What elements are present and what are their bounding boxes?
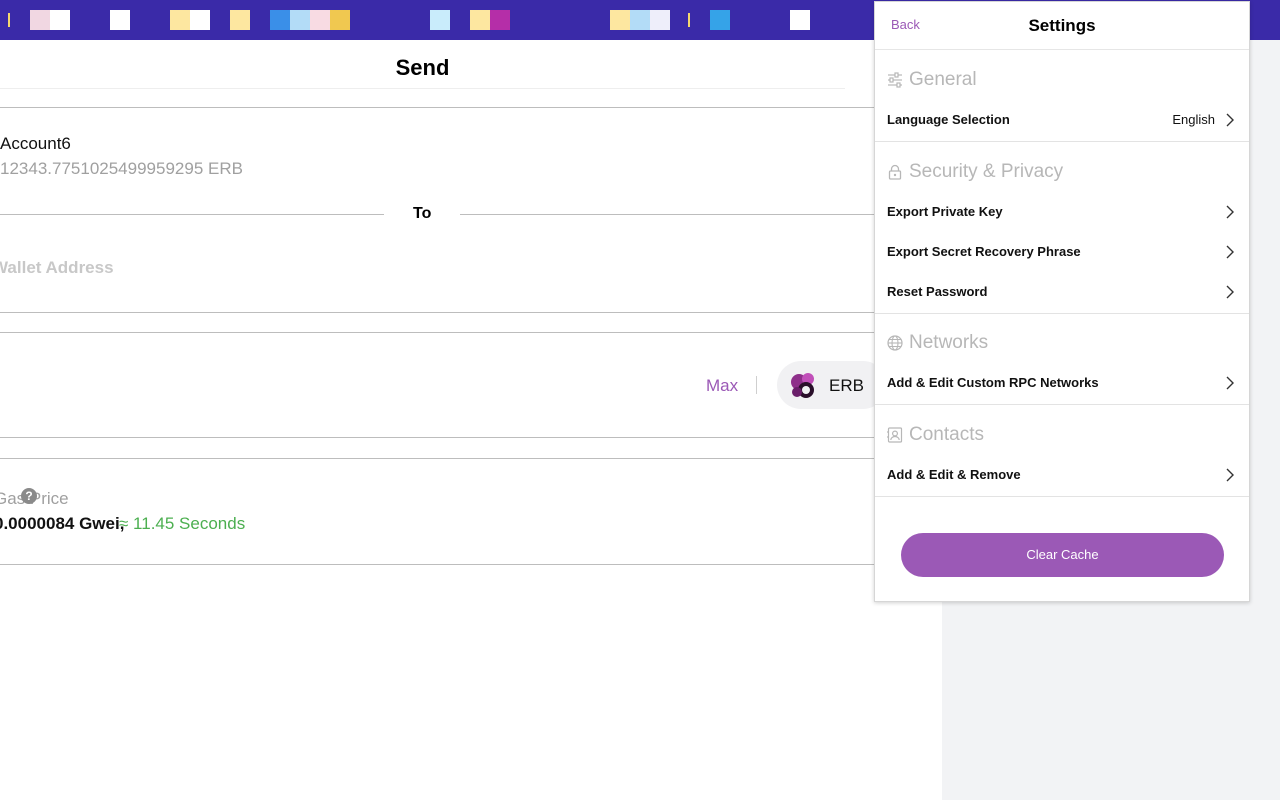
section-divider bbox=[875, 496, 1249, 497]
row-value: English bbox=[1172, 112, 1215, 127]
amount-divider-bottom bbox=[0, 437, 875, 438]
max-button[interactable]: Max bbox=[706, 376, 738, 396]
sliders-icon bbox=[888, 72, 902, 88]
strip-block bbox=[688, 13, 690, 27]
gas-price-value: 0.0000084 Gwei, bbox=[0, 514, 125, 533]
to-divider-left bbox=[0, 214, 384, 215]
separator bbox=[756, 376, 757, 394]
contacts-icon bbox=[887, 427, 903, 443]
row-label: Language Selection bbox=[887, 112, 1010, 127]
strip-block bbox=[230, 10, 250, 30]
strip-block bbox=[650, 10, 670, 30]
strip-block bbox=[110, 10, 130, 30]
gas-divider-top bbox=[0, 458, 875, 459]
page-title: Send bbox=[395, 55, 450, 80]
chevron-right-icon bbox=[1226, 245, 1234, 259]
strip-block bbox=[190, 10, 210, 30]
strip-block bbox=[290, 10, 310, 30]
gas-divider-bottom bbox=[0, 564, 875, 565]
chevron-right-icon bbox=[1226, 113, 1234, 127]
strip-block bbox=[490, 10, 510, 30]
section-divider bbox=[875, 313, 1249, 314]
chevron-right-icon bbox=[1226, 205, 1234, 219]
clear-cache-button[interactable]: Clear Cache bbox=[901, 533, 1224, 577]
section-general-title: General bbox=[887, 68, 977, 92]
strip-block bbox=[30, 10, 50, 30]
chevron-right-icon bbox=[1226, 376, 1234, 390]
language-selection-row[interactable]: Language Selection English bbox=[875, 100, 1249, 140]
contacts-edit-row[interactable]: Add & Edit & Remove bbox=[875, 455, 1249, 495]
strip-block bbox=[430, 10, 450, 30]
header-divider bbox=[0, 88, 845, 89]
strip-block bbox=[170, 10, 190, 30]
amount-divider-top bbox=[0, 332, 875, 333]
section-security-title: Security & Privacy bbox=[887, 160, 1063, 184]
settings-header: Back Settings bbox=[875, 2, 1249, 50]
settings-panel: Back Settings General Language Selection… bbox=[874, 1, 1250, 602]
custom-rpc-networks-row[interactable]: Add & Edit Custom RPC Networks bbox=[875, 363, 1249, 403]
section-divider bbox=[875, 404, 1249, 405]
section-divider bbox=[875, 141, 1249, 142]
strip-block bbox=[710, 10, 730, 30]
strip-block bbox=[8, 13, 10, 27]
section-networks-title: Networks bbox=[887, 331, 988, 355]
token-name: ERB bbox=[829, 376, 864, 395]
wallet-underline bbox=[0, 312, 875, 313]
chevron-right-icon bbox=[1226, 285, 1234, 299]
wallet-address-input[interactable]: Wallet Address bbox=[0, 258, 114, 278]
help-icon[interactable]: ? bbox=[21, 488, 37, 504]
chevron-right-icon bbox=[1226, 468, 1234, 482]
row-label: Add & Edit Custom RPC Networks bbox=[887, 375, 1099, 390]
account-balance: 12343.7751025499959295 ERB bbox=[0, 159, 243, 178]
section-title-text: Security & Privacy bbox=[909, 161, 1064, 182]
divider bbox=[0, 107, 875, 108]
row-label: Export Secret Recovery Phrase bbox=[887, 244, 1081, 259]
strip-block bbox=[610, 10, 630, 30]
reset-password-row[interactable]: Reset Password bbox=[875, 272, 1249, 312]
strip-block bbox=[310, 10, 330, 30]
gas-time-estimate: ≈ 11.45 Seconds bbox=[119, 514, 246, 533]
strip-block bbox=[50, 10, 70, 30]
strip-block bbox=[630, 10, 650, 30]
section-contacts-title: Contacts bbox=[887, 423, 984, 447]
lock-icon bbox=[888, 164, 902, 180]
strip-block bbox=[330, 10, 350, 30]
globe-icon bbox=[887, 335, 903, 351]
strip-block bbox=[270, 10, 290, 30]
row-label: Reset Password bbox=[887, 284, 988, 299]
section-title-text: Contacts bbox=[909, 424, 984, 445]
to-divider-right bbox=[460, 214, 875, 215]
row-label: Add & Edit & Remove bbox=[887, 467, 1021, 482]
strip-block bbox=[790, 10, 810, 30]
section-title-text: General bbox=[909, 69, 977, 90]
section-title-text: Networks bbox=[909, 332, 989, 353]
row-label: Export Private Key bbox=[887, 204, 1003, 219]
export-private-key-row[interactable]: Export Private Key bbox=[875, 192, 1249, 232]
strip-block bbox=[470, 10, 490, 30]
settings-title: Settings bbox=[1028, 16, 1096, 35]
erb-token-icon bbox=[791, 373, 814, 398]
export-recovery-phrase-row[interactable]: Export Secret Recovery Phrase bbox=[875, 232, 1249, 272]
account-name: Account6 bbox=[0, 134, 71, 153]
to-label: To bbox=[413, 205, 432, 222]
